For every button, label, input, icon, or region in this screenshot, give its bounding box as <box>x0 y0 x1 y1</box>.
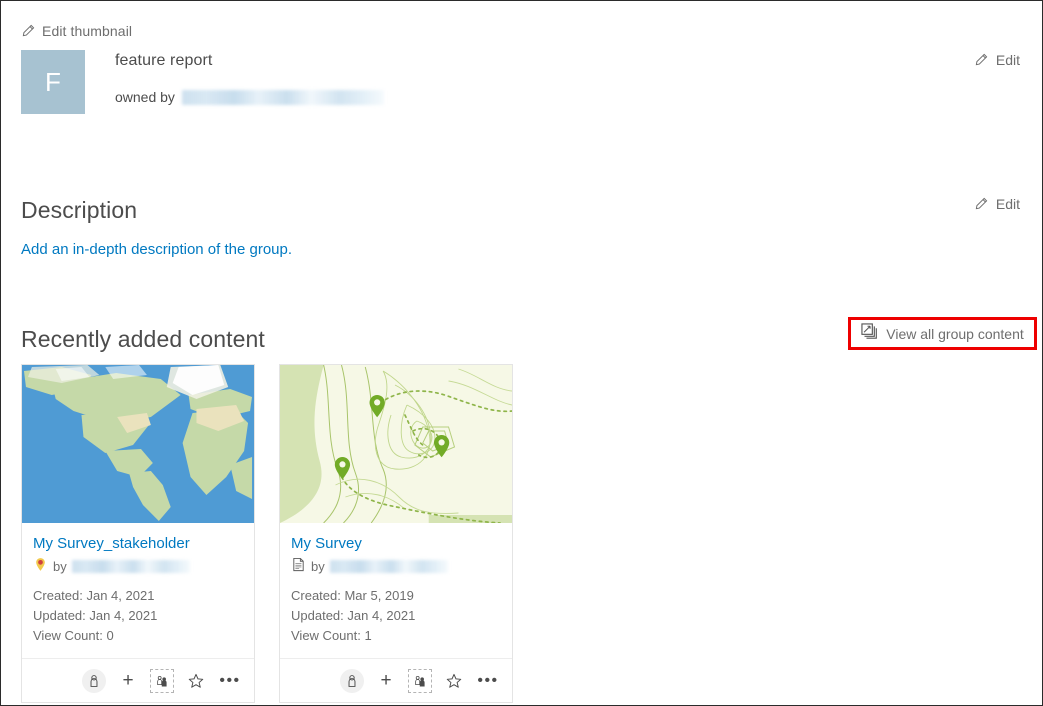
edit-description-button[interactable]: Edit <box>974 196 1020 212</box>
content-card: My Survey by Created: Mar 5, 2019 Update… <box>279 364 513 704</box>
content-card: My Survey_stakeholder by Created: Jan 4,… <box>21 364 255 704</box>
by-label: by <box>53 558 67 574</box>
card-thumbnail-topo-map[interactable] <box>280 365 512 523</box>
view-all-group-content-highlight: View all group content <box>848 317 1037 350</box>
ellipsis-glyph: ••• <box>219 671 241 689</box>
add-item-icon[interactable]: + <box>374 669 398 693</box>
group-title: feature report <box>115 52 213 69</box>
card-body: My Survey_stakeholder by Created: Jan 4,… <box>22 523 254 658</box>
card-updated: Updated: Jan 4, 2021 <box>291 608 416 624</box>
plus-glyph: + <box>122 670 134 692</box>
pencil-icon <box>974 53 988 67</box>
view-all-group-content-button[interactable]: View all group content <box>851 320 1034 347</box>
card-created: Created: Jan 4, 2021 <box>33 588 155 603</box>
group-thumbnail-letter: F <box>45 66 61 97</box>
content-card-list: My Survey_stakeholder by Created: Jan 4,… <box>21 364 513 704</box>
card-action-bar: + ••• <box>280 658 512 702</box>
card-meta: Created: Mar 5, 2019 Updated: Jan 4, 202… <box>291 586 500 646</box>
add-item-icon[interactable]: + <box>116 669 140 693</box>
pencil-icon <box>974 197 988 211</box>
edit-thumbnail-button[interactable]: Edit thumbnail <box>21 23 132 39</box>
card-author-row: by <box>291 557 500 575</box>
card-updated: Updated: Jan 4, 2021 <box>33 608 158 624</box>
favorite-star-icon[interactable] <box>184 669 208 693</box>
edit-label: Edit <box>995 196 1020 212</box>
card-created: Created: Mar 5, 2019 <box>291 588 414 603</box>
card-author-row: by <box>33 557 242 575</box>
edit-group-info-button[interactable]: Edit <box>974 52 1020 68</box>
card-thumbnail-world-map[interactable] <box>22 365 254 523</box>
card-author-redacted <box>71 559 190 573</box>
group-overview-page: Edit thumbnail F feature report owned by… <box>0 0 1043 706</box>
card-author-redacted <box>329 559 448 573</box>
card-action-bar: + ••• <box>22 658 254 702</box>
form-document-icon <box>291 557 306 575</box>
card-item-title[interactable]: My Survey_stakeholder <box>33 535 190 553</box>
owner-name-redacted <box>181 89 384 105</box>
group-thumbnail[interactable]: F <box>21 50 85 114</box>
share-group-icon[interactable] <box>150 668 174 693</box>
recently-added-content-heading: Recently added content <box>21 326 265 352</box>
card-view-count: View Count: 1 <box>291 628 372 644</box>
plus-glyph: + <box>380 670 392 692</box>
card-item-title[interactable]: My Survey <box>291 535 362 553</box>
ellipsis-glyph: ••• <box>477 671 499 689</box>
view-all-group-content-label: View all group content <box>886 325 1024 342</box>
share-private-icon[interactable] <box>82 668 106 693</box>
card-view-count: View Count: 0 <box>33 628 114 644</box>
card-body: My Survey by Created: Mar 5, 2019 Update… <box>280 523 512 658</box>
description-heading: Description <box>21 197 138 223</box>
stacked-content-icon <box>861 322 878 345</box>
more-options-icon[interactable]: ••• <box>218 669 242 693</box>
favorite-star-icon[interactable] <box>442 669 466 693</box>
add-description-link[interactable]: Add an in-depth description of the group… <box>21 241 292 258</box>
edit-thumbnail-label: Edit thumbnail <box>42 23 133 39</box>
share-private-icon[interactable] <box>340 668 364 693</box>
survey-pin-icon <box>33 557 48 575</box>
by-label: by <box>311 558 325 574</box>
card-meta: Created: Jan 4, 2021 Updated: Jan 4, 202… <box>33 586 242 646</box>
more-options-icon[interactable]: ••• <box>476 669 500 693</box>
share-group-icon[interactable] <box>408 668 432 693</box>
pencil-icon <box>21 24 35 38</box>
edit-label: Edit <box>995 52 1020 68</box>
owned-by-label: owned by <box>115 89 175 105</box>
group-owner: owned by <box>115 89 384 105</box>
